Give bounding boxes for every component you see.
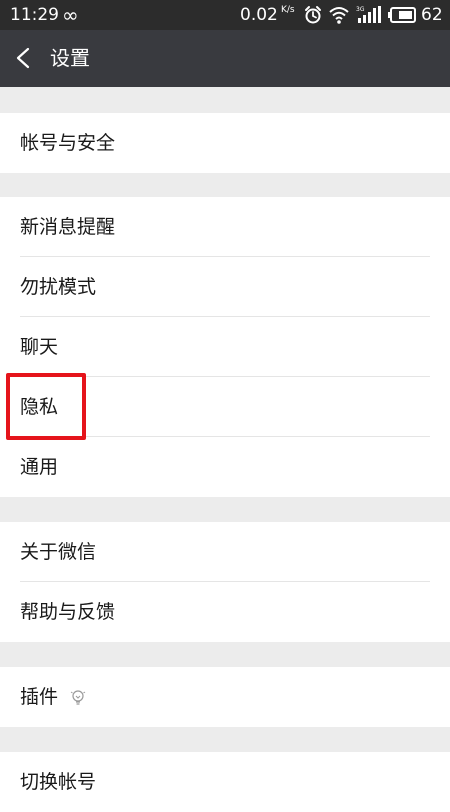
settings-item-plugins[interactable]: 插件: [0, 667, 450, 727]
svg-text:3G: 3G: [356, 6, 365, 13]
chevron-left-icon: [16, 47, 30, 69]
settings-item-account-security[interactable]: 帐号与安全: [0, 113, 450, 173]
settings-item-do-not-disturb[interactable]: 勿扰模式: [0, 257, 450, 317]
settings-item-label: 帮助与反馈: [20, 601, 116, 623]
network-speed-unit: K/s: [281, 5, 295, 15]
status-time: 11:29: [10, 5, 59, 25]
settings-item-label: 通用: [20, 456, 59, 478]
battery-icon: [388, 7, 416, 23]
app-bar: 设置: [0, 30, 450, 87]
status-bar: 11:29 ∞ 0.02 K/s 3G 62: [0, 0, 450, 30]
settings-group-account: 帐号与安全: [0, 113, 450, 173]
settings-item-label: 切换帐号: [20, 771, 97, 793]
signal-3g-icon: 3G: [356, 6, 381, 23]
settings-item-label: 关于微信: [20, 541, 97, 563]
settings-item-switch-account[interactable]: 切换帐号: [0, 752, 450, 812]
infinity-icon: ∞: [62, 3, 79, 27]
back-button[interactable]: [10, 40, 42, 76]
settings-item-label: 插件: [20, 686, 59, 708]
settings-item-new-message-alerts[interactable]: 新消息提醒: [0, 197, 450, 257]
settings-item-chats[interactable]: 聊天: [0, 317, 450, 377]
page-title: 设置: [50, 46, 90, 70]
lightbulb-icon: [70, 690, 86, 705]
settings-group-switch-account: 切换帐号: [0, 752, 450, 812]
settings-group-main: 新消息提醒 勿扰模式 聊天 隐私 通用: [0, 197, 450, 497]
wifi-icon: [329, 7, 349, 24]
battery-level: 62: [421, 5, 443, 25]
settings-group-plugins: 插件: [0, 667, 450, 727]
settings-item-label: 聊天: [20, 336, 59, 358]
network-speed: 0.02: [240, 5, 278, 25]
settings-item-about-wechat[interactable]: 关于微信: [0, 522, 450, 582]
settings-group-about: 关于微信 帮助与反馈: [0, 522, 450, 642]
settings-item-label: 新消息提醒: [20, 216, 116, 238]
settings-item-label: 帐号与安全: [20, 132, 116, 154]
alarm-icon: [305, 6, 321, 24]
settings-item-label: 勿扰模式: [20, 276, 97, 298]
privacy-highlight-box: [6, 373, 86, 440]
settings-item-general[interactable]: 通用: [0, 437, 450, 497]
settings-item-help-feedback[interactable]: 帮助与反馈: [0, 582, 450, 642]
